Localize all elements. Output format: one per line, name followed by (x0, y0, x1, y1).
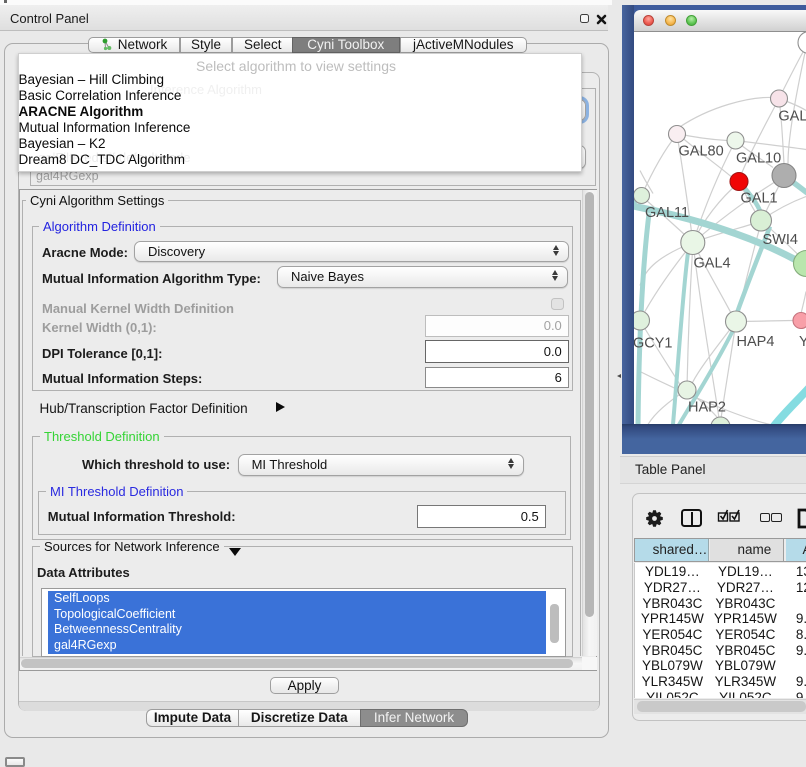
svg-text:HAP4: HAP4 (737, 334, 775, 350)
svg-text:GAL80: GAL80 (679, 143, 724, 159)
svg-text:SWI4: SWI4 (763, 232, 798, 248)
svg-text:GAL11: GAL11 (645, 205, 689, 221)
svg-text:GCY1: GCY1 (634, 335, 673, 351)
svg-text:GAL10: GAL10 (736, 150, 781, 166)
svg-text:HAP2: HAP2 (688, 399, 726, 415)
svg-text:GAL80: GAL80 (778, 108, 806, 124)
svg-text:GAL4: GAL4 (694, 255, 731, 271)
svg-text:Y: Y (799, 334, 806, 350)
svg-text:GAL1: GAL1 (741, 190, 778, 206)
